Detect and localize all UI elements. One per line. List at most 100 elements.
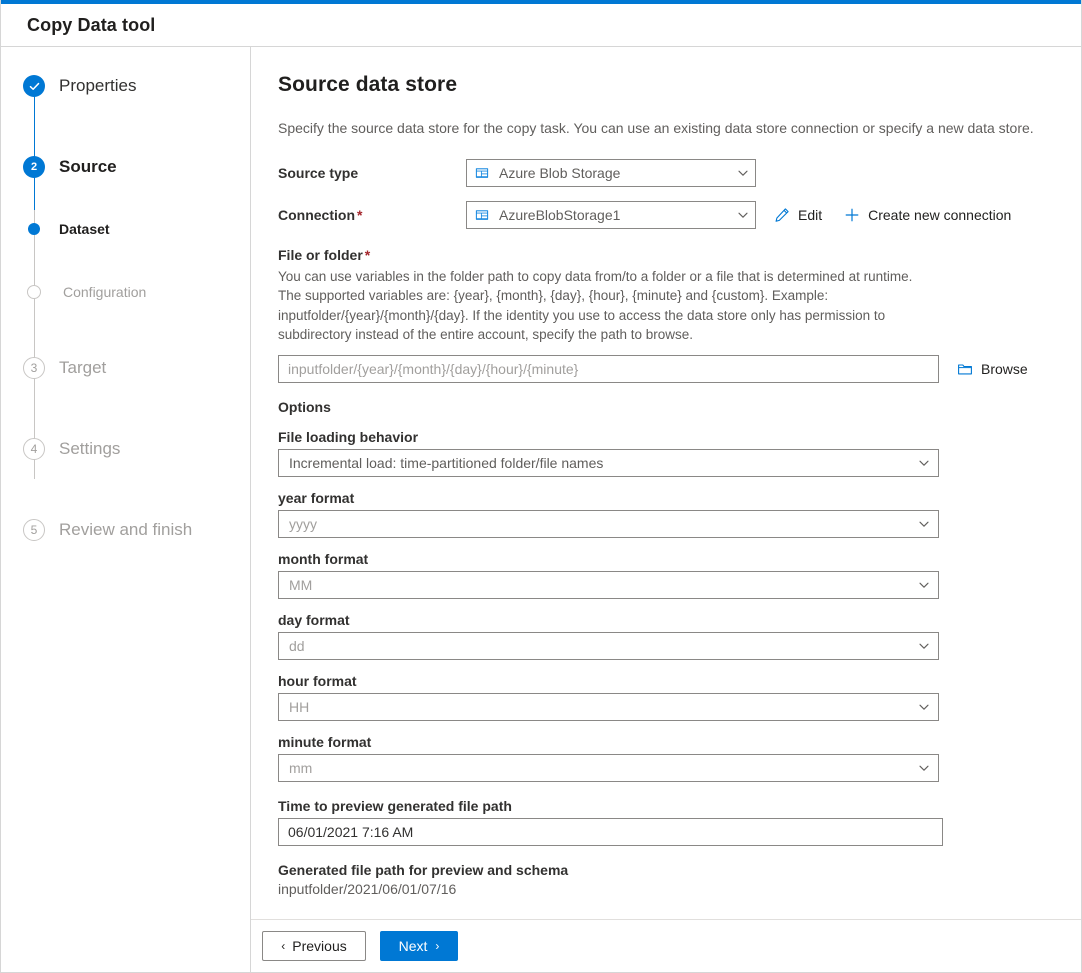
- source-type-value: Azure Blob Storage: [499, 165, 731, 181]
- wizard-rail: Properties 2 Source Dataset Configuratio…: [1, 47, 251, 972]
- hour-format-value: HH: [289, 699, 912, 715]
- sidebar-item-settings[interactable]: 4 Settings: [1, 434, 250, 464]
- sidebar-item-label-review-and-finish: Review and finish: [59, 520, 192, 540]
- browse-button[interactable]: Browse: [957, 361, 1028, 377]
- step-number-badge-review: 5: [23, 519, 45, 541]
- sidebar-item-review-and-finish[interactable]: 5 Review and finish: [1, 515, 250, 545]
- previous-button[interactable]: ‹ Previous: [262, 931, 366, 961]
- copy-data-tool-dialog: Copy Data tool Properties: [0, 0, 1082, 973]
- file-loading-behavior-dropdown[interactable]: Incremental load: time-partitioned folde…: [278, 449, 939, 477]
- step-number-badge-target: 3: [23, 357, 45, 379]
- day-format-dropdown[interactable]: dd: [278, 632, 939, 660]
- dialog-footer: ‹ Previous Next ›: [251, 919, 1081, 972]
- page-description: Specify the source data store for the co…: [278, 119, 1051, 139]
- file-or-folder-help-text: You can use variables in the folder path…: [278, 267, 926, 345]
- required-asterisk-connection: *: [357, 207, 362, 223]
- minute-format-field: minute format mm: [278, 734, 1051, 782]
- step-number-badge-settings: 4: [23, 438, 45, 460]
- minute-format-dropdown[interactable]: mm: [278, 754, 939, 782]
- sidebar-item-dataset[interactable]: Dataset: [1, 214, 250, 244]
- minute-format-label: minute format: [278, 734, 1051, 750]
- year-format-value: yyyy: [289, 516, 912, 532]
- azure-blob-storage-icon: [475, 166, 489, 180]
- hour-format-field: hour format HH: [278, 673, 1051, 721]
- chevron-down-icon: [737, 209, 749, 221]
- plus-icon: [844, 207, 860, 223]
- options-label: Options: [278, 399, 1051, 415]
- file-loading-behavior-field: File loading behavior Incremental load: …: [278, 429, 1051, 477]
- dialog-body: Properties 2 Source Dataset Configuratio…: [1, 47, 1081, 972]
- content-scroll-area: Source data store Specify the source dat…: [251, 47, 1081, 919]
- chevron-right-icon: ›: [435, 939, 439, 953]
- generated-path-label: Generated file path for preview and sche…: [278, 862, 1051, 878]
- connection-value: AzureBlobStorage1: [499, 207, 731, 223]
- source-type-label: Source type: [278, 165, 466, 181]
- day-format-field: day format dd: [278, 612, 1051, 660]
- sidebar-item-label-dataset: Dataset: [59, 221, 110, 237]
- required-asterisk-file-or-folder: *: [365, 247, 370, 263]
- connection-actions: Edit Create new connection: [774, 207, 1011, 223]
- chevron-down-icon: [918, 640, 930, 652]
- month-format-dropdown[interactable]: MM: [278, 571, 939, 599]
- minute-format-value: mm: [289, 760, 912, 776]
- chevron-down-icon: [918, 457, 930, 469]
- time-to-preview-field: Time to preview generated file path: [278, 798, 1051, 846]
- hour-format-dropdown[interactable]: HH: [278, 693, 939, 721]
- connection-label-text: Connection: [278, 207, 355, 223]
- source-type-row: Source type Azure Blob Storage: [278, 159, 1051, 187]
- day-format-value: dd: [289, 638, 912, 654]
- month-format-value: MM: [289, 577, 912, 593]
- sidebar-item-label-settings: Settings: [59, 439, 120, 459]
- previous-button-label: Previous: [292, 938, 346, 954]
- sidebar-item-configuration[interactable]: Configuration: [1, 277, 250, 307]
- chevron-down-icon: [918, 579, 930, 591]
- chevron-down-icon: [918, 762, 930, 774]
- connection-label: Connection*: [278, 207, 466, 223]
- day-format-label: day format: [278, 612, 1051, 628]
- next-button[interactable]: Next ›: [380, 931, 458, 961]
- pencil-icon: [774, 207, 790, 223]
- browse-label: Browse: [981, 361, 1028, 377]
- file-loading-behavior-value: Incremental load: time-partitioned folde…: [289, 455, 912, 471]
- month-format-field: month format MM: [278, 551, 1051, 599]
- file-loading-behavior-label: File loading behavior: [278, 429, 1051, 445]
- chevron-left-icon: ‹: [281, 939, 285, 953]
- create-new-connection-button[interactable]: Create new connection: [844, 207, 1011, 223]
- sidebar-item-label-properties: Properties: [59, 76, 136, 96]
- year-format-field: year format yyyy: [278, 490, 1051, 538]
- sidebar-item-label-target: Target: [59, 358, 106, 378]
- source-type-dropdown[interactable]: Azure Blob Storage: [466, 159, 756, 187]
- active-dot-icon: [23, 218, 45, 240]
- sidebar-item-target[interactable]: 3 Target: [1, 353, 250, 383]
- connection-dropdown[interactable]: AzureBlobStorage1: [466, 201, 756, 229]
- sidebar-item-source[interactable]: 2 Source: [1, 152, 250, 182]
- wizard-step-list: Properties 2 Source Dataset Configuratio…: [1, 71, 250, 545]
- chevron-down-icon: [918, 518, 930, 530]
- dialog-title: Copy Data tool: [27, 15, 155, 36]
- year-format-label: year format: [278, 490, 1051, 506]
- generated-path-value: inputfolder/2021/06/01/07/16: [278, 881, 1051, 897]
- check-icon: [23, 75, 45, 97]
- file-or-folder-label: File or folder*: [278, 247, 1051, 263]
- year-format-dropdown[interactable]: yyyy: [278, 510, 939, 538]
- content-pane: Source data store Specify the source dat…: [251, 47, 1081, 972]
- time-to-preview-label: Time to preview generated file path: [278, 798, 1051, 814]
- hour-format-label: hour format: [278, 673, 1051, 689]
- sidebar-item-label-source: Source: [59, 157, 117, 177]
- next-button-label: Next: [399, 938, 428, 954]
- file-path-input[interactable]: [278, 355, 939, 383]
- edit-connection-label: Edit: [798, 207, 822, 223]
- edit-connection-button[interactable]: Edit: [774, 207, 822, 223]
- step-number-badge-source: 2: [23, 156, 45, 178]
- folder-icon: [957, 361, 973, 377]
- connection-row: Connection* AzureBlobStorage1: [278, 201, 1051, 229]
- file-path-row: Browse: [278, 355, 1051, 383]
- create-new-connection-label: Create new connection: [868, 207, 1011, 223]
- file-or-folder-label-text: File or folder: [278, 247, 363, 263]
- empty-ring-icon: [27, 285, 41, 299]
- azure-blob-storage-icon: [475, 208, 489, 222]
- dialog-titlebar: Copy Data tool: [1, 4, 1081, 47]
- month-format-label: month format: [278, 551, 1051, 567]
- sidebar-item-properties[interactable]: Properties: [1, 71, 250, 101]
- time-to-preview-input[interactable]: [278, 818, 943, 846]
